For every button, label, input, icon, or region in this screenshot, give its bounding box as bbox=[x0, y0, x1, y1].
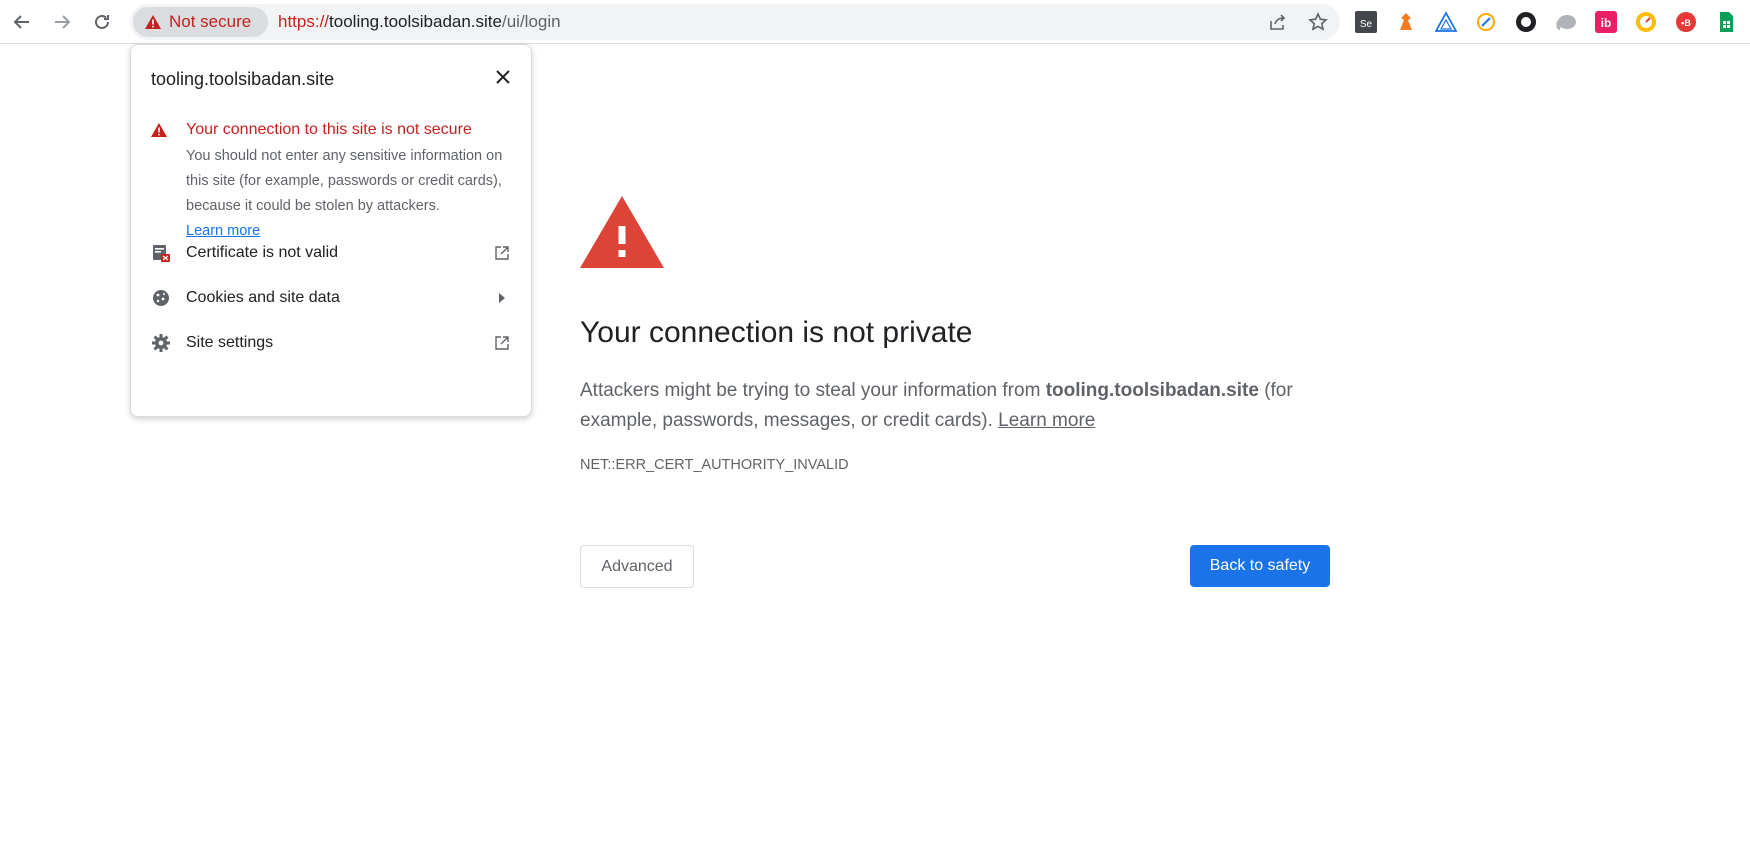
url-host: tooling.toolsibadan.site bbox=[329, 12, 502, 31]
url-scheme: https:// bbox=[278, 12, 330, 31]
svg-text:Se: Se bbox=[1360, 19, 1373, 30]
forward-arrow-icon[interactable] bbox=[46, 6, 78, 38]
site-settings-row[interactable]: Site settings bbox=[131, 321, 531, 365]
site-info-popup: tooling.toolsibadan.site Your connection… bbox=[130, 44, 532, 417]
speed-icon[interactable] bbox=[1634, 10, 1658, 34]
circle-icon[interactable] bbox=[1514, 10, 1538, 34]
close-icon[interactable] bbox=[491, 65, 515, 89]
error-warning-icon bbox=[580, 196, 664, 273]
error-description: Attackers might be trying to steal your … bbox=[580, 376, 1300, 436]
certificate-row[interactable]: Certificate is not valid bbox=[131, 231, 531, 275]
tunnel-icon[interactable] bbox=[1434, 10, 1458, 34]
popup-title: tooling.toolsibadan.site bbox=[151, 69, 335, 89]
site-settings-label: Site settings bbox=[186, 334, 274, 351]
external-link-icon bbox=[493, 334, 511, 352]
ib-icon[interactable]: ib bbox=[1594, 10, 1618, 34]
back-arrow-icon[interactable] bbox=[6, 6, 38, 38]
elephant-icon[interactable] bbox=[1554, 10, 1578, 34]
certificate-icon bbox=[151, 243, 171, 263]
recorder-icon[interactable] bbox=[1474, 10, 1498, 34]
page-title: Your connection is not private bbox=[580, 316, 973, 349]
certificate-label: Certificate is not valid bbox=[186, 244, 339, 261]
svg-text:ib: ib bbox=[1601, 16, 1612, 30]
external-link-icon bbox=[493, 244, 511, 262]
chevron-right-icon bbox=[493, 289, 511, 307]
pb-icon[interactable]: •B bbox=[1674, 10, 1698, 34]
share-icon[interactable] bbox=[1266, 10, 1290, 34]
warning-icon bbox=[151, 123, 167, 142]
cookie-icon bbox=[151, 288, 171, 308]
warning-title: Your connection to this site is not secu… bbox=[186, 121, 472, 138]
url-path: /ui/login bbox=[502, 12, 561, 31]
svg-text:•B: •B bbox=[1681, 18, 1691, 28]
gear-icon bbox=[151, 333, 171, 353]
address-bar[interactable]: Not secure https://tooling.toolsibadan.s… bbox=[130, 4, 1340, 40]
katalon-icon[interactable] bbox=[1394, 10, 1418, 34]
sheets-icon[interactable] bbox=[1714, 10, 1738, 34]
url-text[interactable]: https://tooling.toolsibadan.site/ui/logi… bbox=[278, 12, 561, 32]
warning-text: You should not enter any sensitive infor… bbox=[186, 148, 503, 214]
cookies-label: Cookies and site data bbox=[186, 289, 340, 306]
back-to-safety-button[interactable]: Back to safety bbox=[1190, 545, 1330, 587]
security-chip-label: Not secure bbox=[169, 12, 252, 31]
desc-host: tooling.toolsibadan.site bbox=[1045, 380, 1259, 401]
reload-icon[interactable] bbox=[86, 6, 118, 38]
advanced-button[interactable]: Advanced bbox=[580, 545, 694, 588]
error-code: NET::ERR_CERT_AUTHORITY_INVALID bbox=[580, 457, 849, 473]
bookmark-star-icon[interactable] bbox=[1306, 10, 1330, 34]
selenium-ide-icon[interactable]: Se bbox=[1354, 10, 1378, 34]
desc-prefix: Attackers might be trying to steal your … bbox=[580, 380, 1046, 401]
learn-more-link[interactable]: Learn more bbox=[998, 410, 1095, 431]
cookies-row[interactable]: Cookies and site data bbox=[131, 276, 531, 320]
warning-body: You should not enter any sensitive infor… bbox=[186, 144, 516, 244]
security-chip[interactable]: Not secure bbox=[133, 7, 268, 37]
browser-toolbar: Not secure https://tooling.toolsibadan.s… bbox=[0, 0, 1750, 44]
warning-icon bbox=[145, 15, 161, 29]
